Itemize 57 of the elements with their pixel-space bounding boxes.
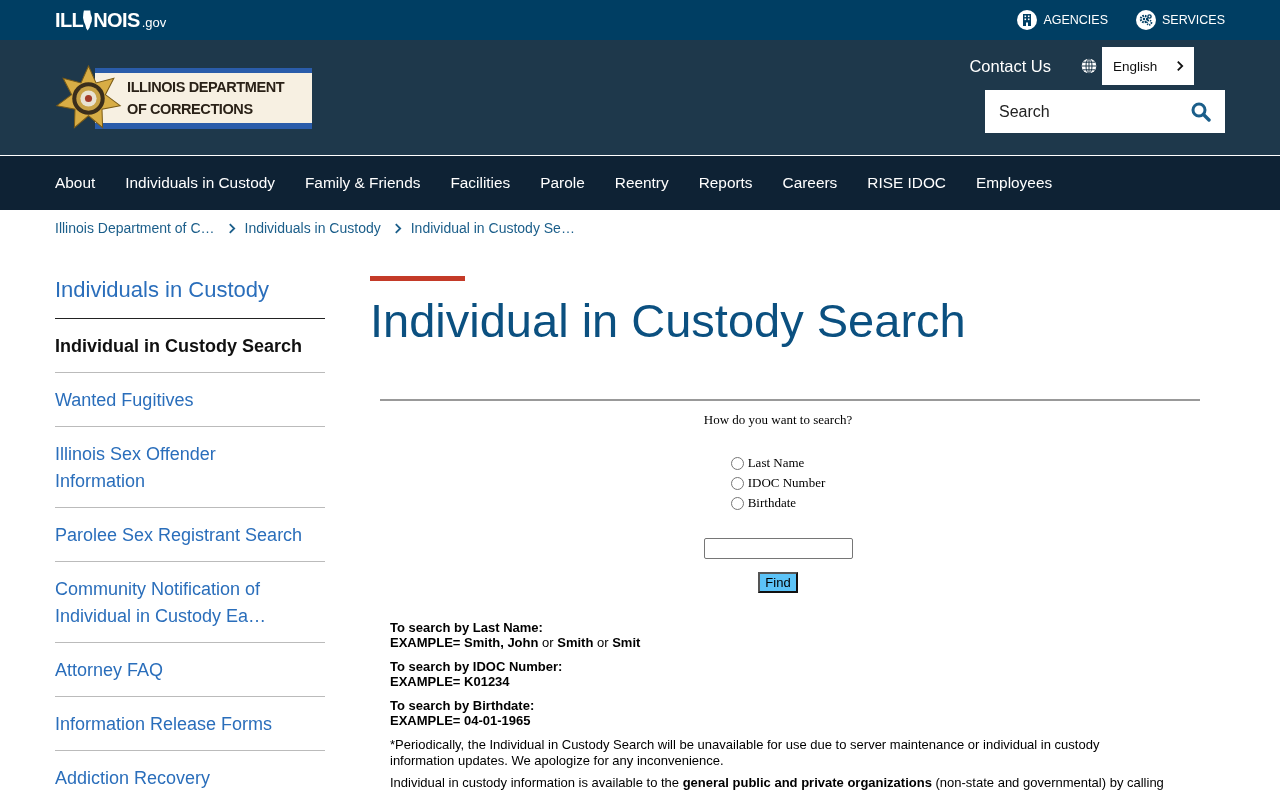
radio-label[interactable]: Last Name [747, 455, 805, 471]
sidebar-link[interactable]: Illinois Sex Offender Information [55, 441, 307, 495]
sidebar-link[interactable]: Attorney FAQ [55, 657, 164, 684]
gears-icon [1136, 10, 1156, 30]
sidebar-link[interactable]: Addiction Recovery [55, 765, 211, 792]
nav-link[interactable]: Careers [782, 174, 838, 192]
logo-text: OF CORRECTIONS [127, 100, 254, 119]
nav-link[interactable]: Individuals in Custody [125, 174, 275, 192]
help-example: EXAMPLE= 04-01-1965 [390, 713, 531, 728]
help-example: EXAMPLE= K01234 [390, 674, 510, 689]
radio-label[interactable]: Birthdate [747, 495, 797, 511]
breadcrumb-link[interactable]: Individuals in Custody [244, 220, 381, 236]
search-prompt: How do you want to search? [703, 412, 853, 428]
site-logo-link[interactable]: ILL NOIS.gov [55, 8, 167, 32]
logo-text: ILLINOIS DEPARTMENT [127, 78, 286, 97]
state-shape-icon [83, 9, 93, 31]
find-button[interactable]: Find [758, 572, 798, 593]
contact-link[interactable]: Contact Us [969, 56, 1051, 76]
sidebar-link[interactable]: Individual in Custody Search [55, 333, 303, 360]
help-heading: To search by IDOC Number: [390, 659, 563, 674]
utility-link[interactable]: SERVICES [1136, 10, 1225, 30]
sidebar-link[interactable]: Information Release Forms [55, 711, 273, 738]
nav-link[interactable]: RISE IDOC [867, 174, 946, 192]
chevron-right-icon [1176, 60, 1184, 72]
sidebar-link[interactable]: Community Notification of Individual in Custody Ea… [55, 576, 307, 630]
search-button[interactable] [1185, 90, 1225, 133]
building-icon [1017, 10, 1038, 30]
breadcrumb-link[interactable]: Individual in Custody Se… [410, 220, 575, 236]
nav-link[interactable]: About [55, 174, 96, 192]
sidebar-link[interactable]: Parolee Sex Registrant Search [55, 522, 303, 549]
help-heading: To search by Birthdate: [390, 698, 535, 713]
sidebar-link[interactable]: Wanted Fugitives [55, 387, 194, 414]
help-heading: To search by Last Name: [390, 620, 543, 635]
breadcrumb-link[interactable]: Illinois Department of C… [55, 220, 215, 236]
sidebar-title-link[interactable]: Individuals in Custody [55, 276, 269, 304]
page-title: Individual in Custody Search [370, 293, 966, 349]
radio-label[interactable]: IDOC Number [747, 475, 826, 491]
search-field[interactable]: Search [985, 90, 1185, 133]
notice-text: Individual in custody information is available to the general public and private organizations (non-state and governmental) by calling [390, 775, 1165, 791]
nav-link[interactable]: Family & Friends [304, 174, 421, 192]
nav-link[interactable]: Parole [540, 174, 585, 192]
radio-button[interactable] [730, 476, 744, 490]
globe-icon [1081, 58, 1097, 74]
language-select[interactable]: English [1102, 47, 1194, 85]
nav-link[interactable]: Reentry [614, 174, 669, 192]
utility-link[interactable]: AGENCIES [1017, 10, 1108, 30]
nav-link[interactable]: Reports [698, 174, 753, 192]
nav-link[interactable]: Facilities [450, 174, 511, 192]
help-example: EXAMPLE= Smith, John or Smith or Smit [390, 635, 641, 650]
radio-button[interactable] [730, 456, 744, 470]
search-icon [1191, 101, 1211, 122]
chevron-right-icon [393, 222, 402, 234]
nav-link[interactable]: Employees [976, 174, 1053, 192]
radio-button[interactable] [730, 496, 744, 510]
search-input[interactable] [703, 538, 853, 559]
chevron-right-icon [227, 222, 236, 234]
notice-text: *Periodically, the Individual in Custody Search will be unavailable for use due to server maintenance or individual in custody information updates. We apologize for any inconvenience. [390, 737, 1101, 769]
